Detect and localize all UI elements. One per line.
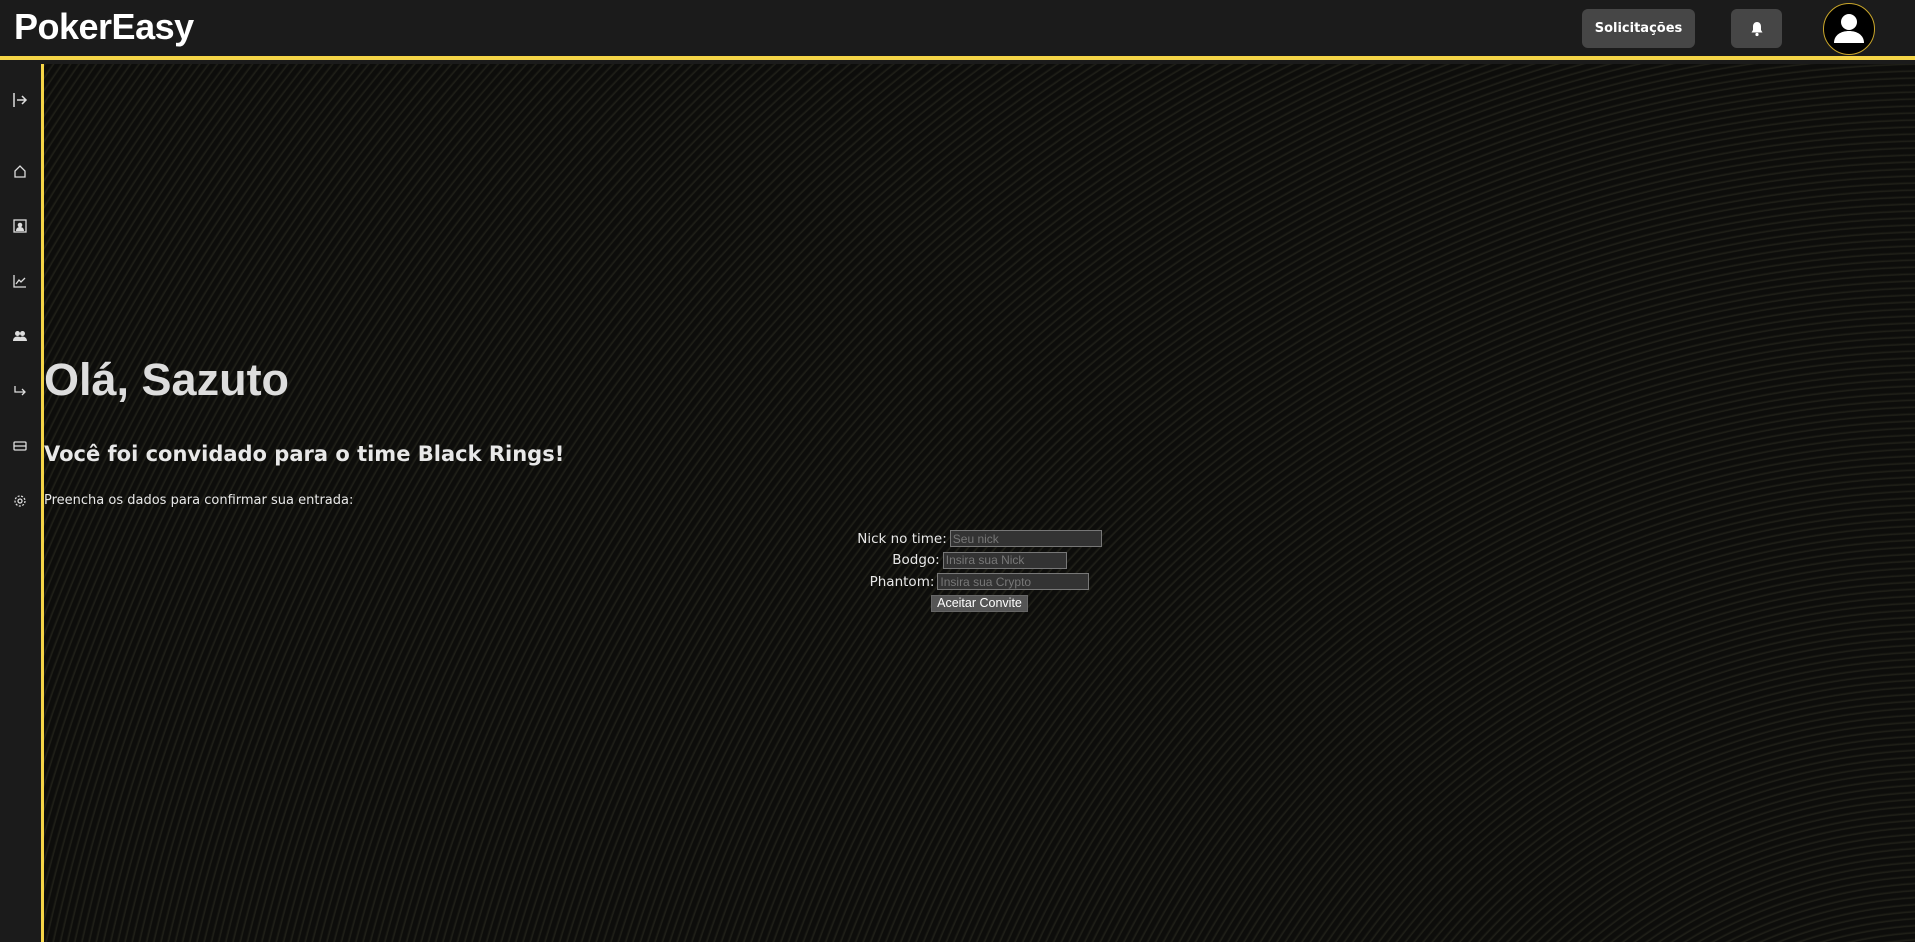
expand-sidebar-icon[interactable] [10,90,30,110]
main-content: Olá, Sazuto Você foi convidado para o ti… [44,64,1915,942]
home-icon[interactable] [10,161,30,181]
accept-invite-button[interactable]: Aceitar Convite [931,594,1028,612]
chart-icon[interactable] [10,271,30,291]
ticket-icon[interactable] [10,436,30,456]
gear-icon[interactable] [10,491,30,511]
greeting-heading: Olá, Sazuto [44,354,290,405]
bodgo-input[interactable] [942,551,1067,569]
invite-form: Nick no time: Bodgo: Phantom: Aceitar Co… [44,528,1915,614]
logo[interactable]: PokerEasy [14,6,194,48]
requests-button[interactable]: Solicitações [1582,9,1695,48]
phantom-input[interactable] [937,573,1090,591]
profile-icon[interactable] [10,216,30,236]
user-avatar[interactable] [1823,3,1875,55]
user-icon [1834,14,1864,43]
notifications-button[interactable] [1731,9,1782,48]
phantom-label: Phantom: [869,573,935,590]
redirect-arrow-icon[interactable] [10,381,30,401]
bodgo-label: Bodgo: [892,552,940,569]
sidebar [0,64,44,942]
bell-icon [1751,21,1762,36]
invite-heading: Você foi convidado para o time Black Rin… [44,442,565,466]
instructions-text: Preencha os dados para confirmar sua ent… [44,493,354,508]
team-icon[interactable] [10,326,30,346]
nick-label: Nick no time: [857,530,947,547]
nick-input[interactable] [949,530,1102,548]
top-header: PokerEasy Solicitações [0,0,1915,60]
